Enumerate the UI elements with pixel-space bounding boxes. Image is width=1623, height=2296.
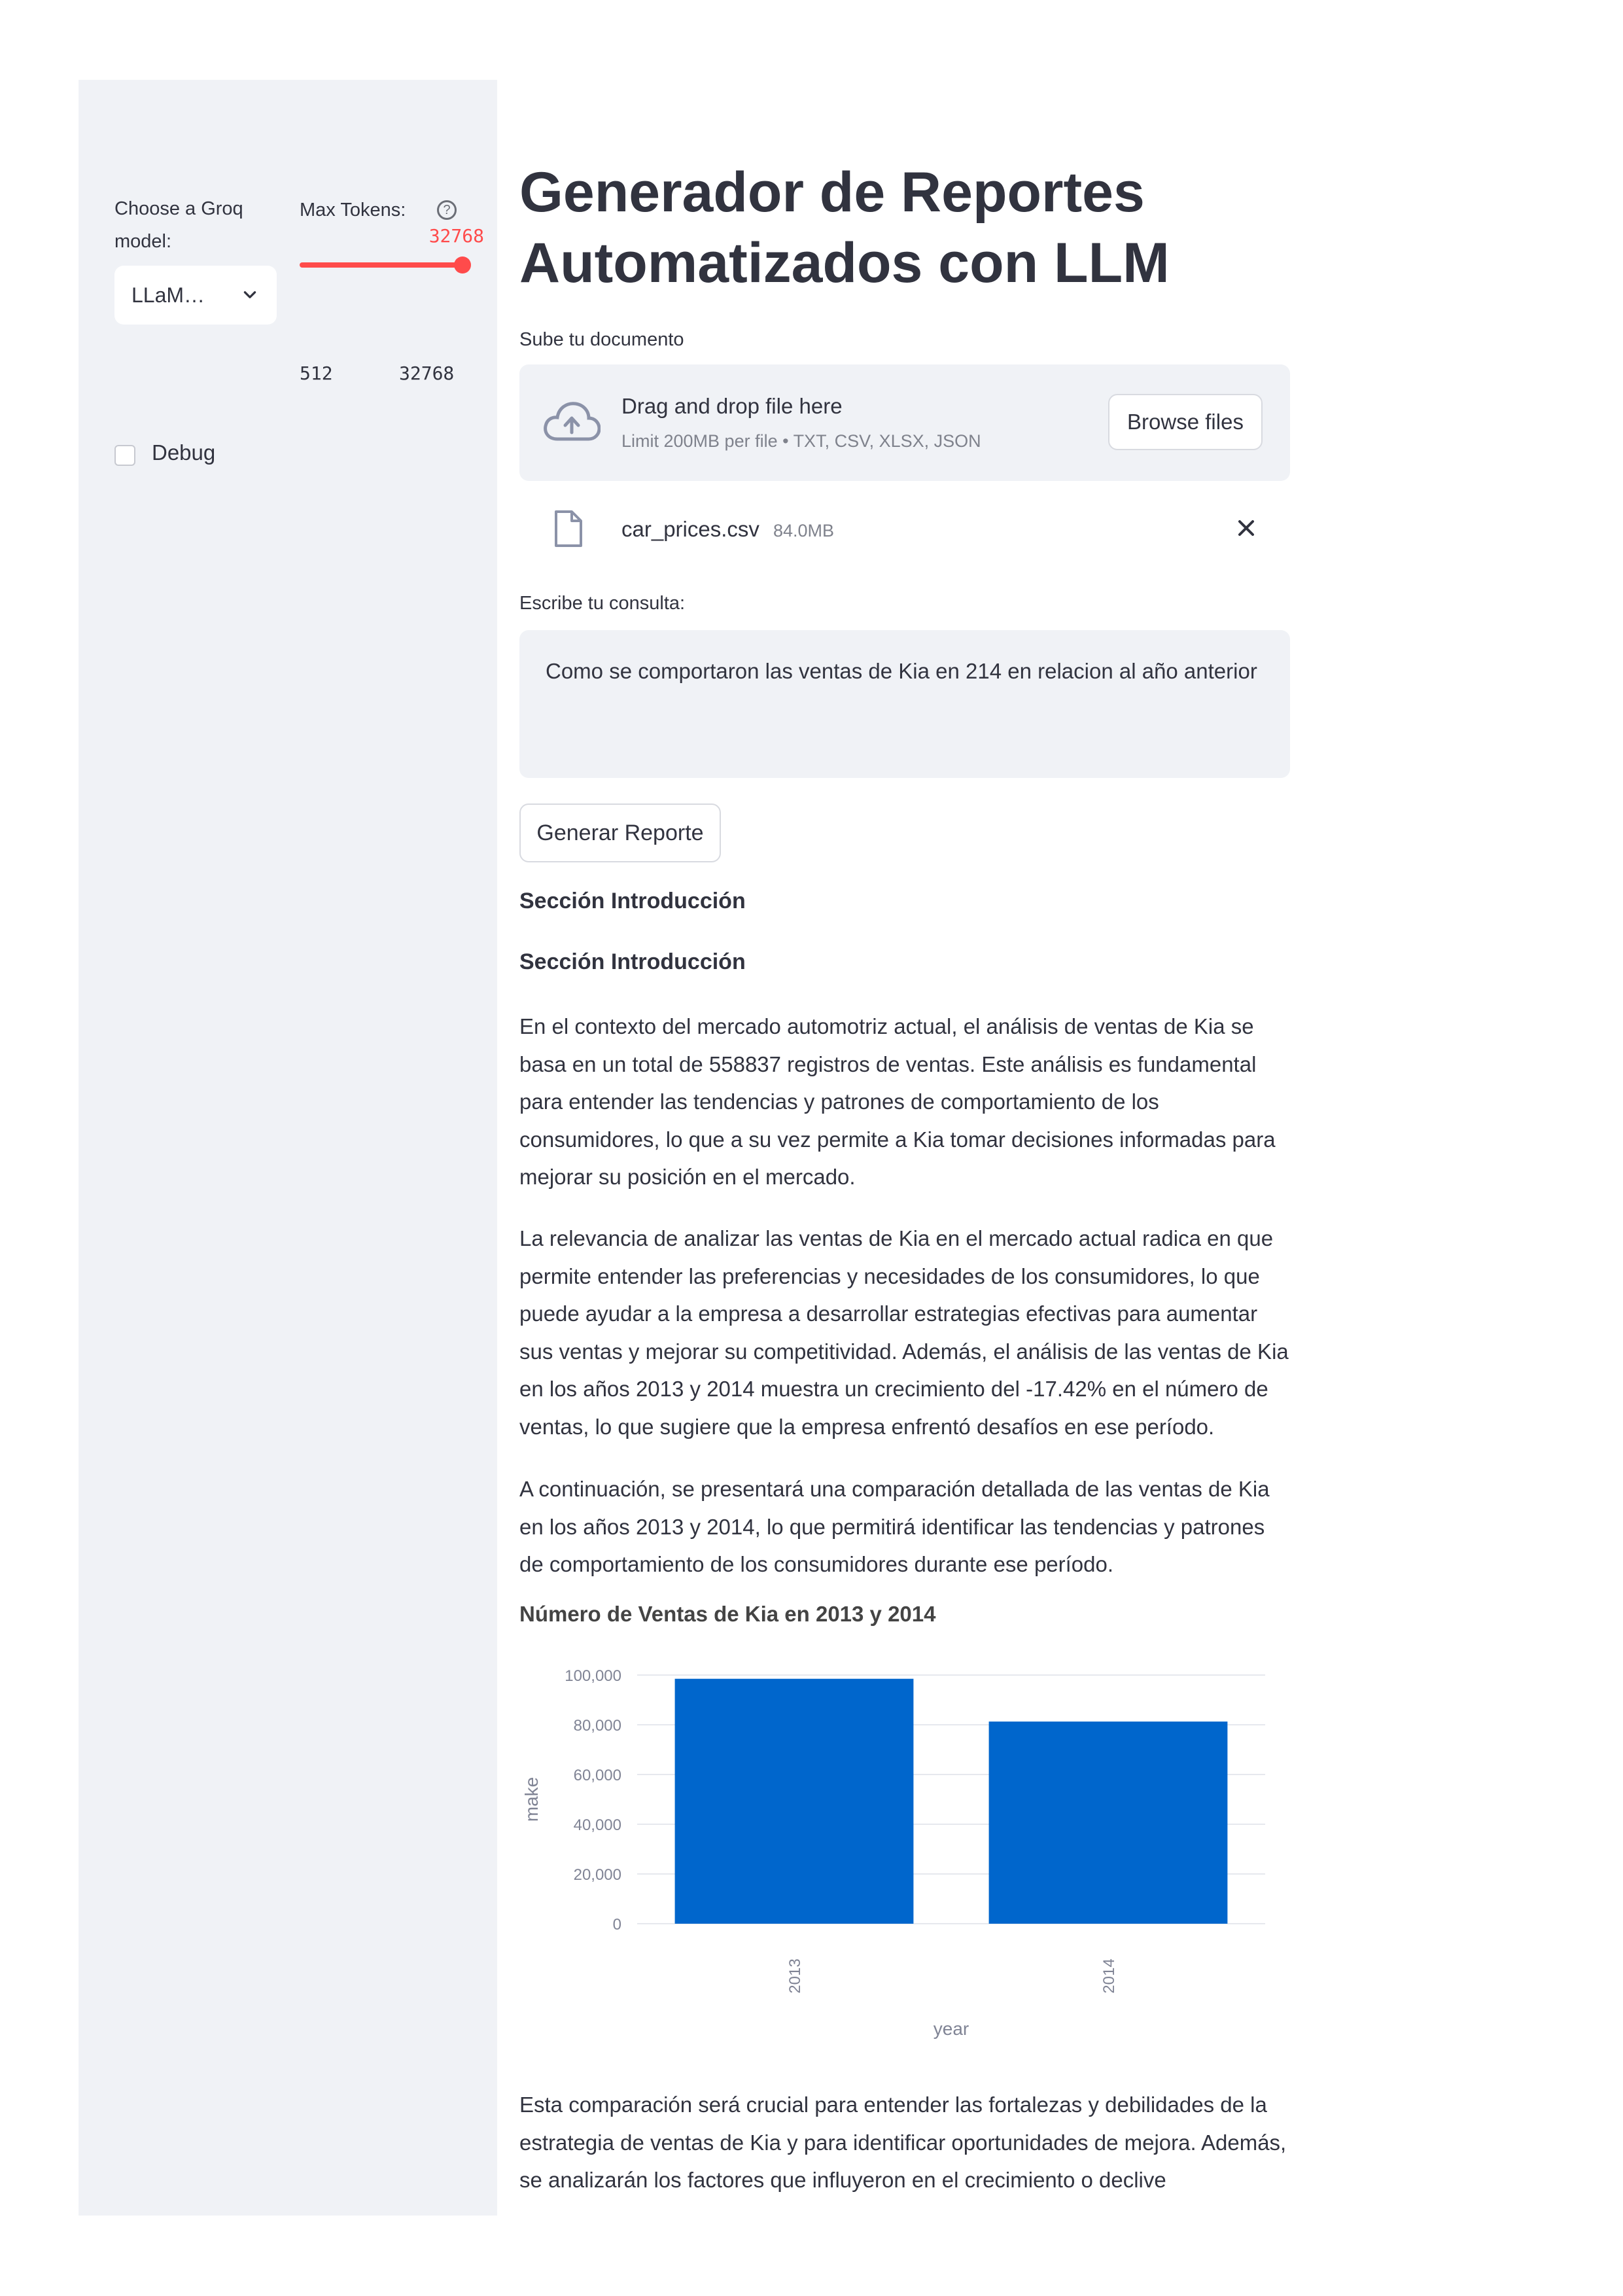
x-axis-label: year xyxy=(934,2019,969,2039)
model-select[interactable]: LLaM… xyxy=(114,266,277,325)
bar-chart: 0 20,000 40,000 60,000 80,000 100,000 2013 2014… xyxy=(521,1667,1265,2039)
close-icon[interactable] xyxy=(1235,517,1257,539)
slider-max-label: 32768 xyxy=(399,362,455,384)
slider-min-label: 512 xyxy=(300,362,333,384)
report-paragraph-1: En el contexto del mercado automotriz ac… xyxy=(519,1014,1276,1189)
bar xyxy=(988,1722,1228,1924)
generate-report-button[interactable]: Generar Reporte xyxy=(519,804,721,862)
y-axis-label: make xyxy=(521,1777,542,1822)
y-tick-label: 40,000 xyxy=(574,1816,621,1834)
slider-thumb[interactable] xyxy=(454,256,471,274)
sidebar: Choose a Groq model: LLaM… Max Tokens: ?… xyxy=(79,80,497,2216)
report-paragraph-2: La relevancia de analizar las ventas de … xyxy=(519,1226,1289,1439)
report-heading-2: Sección Introducción xyxy=(519,949,746,974)
title-line-2: Automatizados con LLM xyxy=(519,232,1170,294)
browse-files-button[interactable]: Browse files xyxy=(1108,394,1263,450)
query-textarea[interactable]: Como se comportaron las ventas de Kia en… xyxy=(519,630,1290,778)
report-paragraph-4: Esta comparación será crucial para enten… xyxy=(519,2093,1287,2192)
y-tick-label: 20,000 xyxy=(574,1866,621,1884)
help-icon[interactable]: ? xyxy=(437,200,457,220)
dropzone-limit: Limit 200MB per file • TXT, CSV, XLSX, J… xyxy=(621,431,981,451)
debug-checkbox[interactable] xyxy=(114,445,135,466)
dropzone-title: Drag and drop file here xyxy=(621,394,843,418)
file-dropzone[interactable]: Drag and drop file here Limit 200MB per … xyxy=(519,364,1290,481)
query-label: Escribe tu consulta: xyxy=(519,593,686,614)
max-tokens-label: Max Tokens: xyxy=(300,200,406,221)
bar xyxy=(674,1678,914,1924)
chart-title: Número de Ventas de Kia en 2013 y 2014 xyxy=(519,1602,936,1626)
y-tick-label: 80,000 xyxy=(574,1717,621,1735)
file-icon xyxy=(555,510,582,547)
x-tick-label: 2013 xyxy=(786,1958,804,1993)
page-title: Generador de Reportes Automatizados con … xyxy=(519,157,1291,298)
title-line-1: Generador de Reportes xyxy=(519,161,1145,224)
upload-label: Sube tu documento xyxy=(519,329,684,350)
y-tick-label: 0 xyxy=(613,1916,621,1934)
max-tokens-slider[interactable] xyxy=(300,262,463,268)
debug-label: Debug xyxy=(152,440,216,465)
report-heading-1: Sección Introducción xyxy=(519,889,746,913)
report-paragraph-3: A continuación, se presentará una compar… xyxy=(519,1477,1270,1576)
x-tick-label: 2014 xyxy=(1100,1958,1118,1993)
file-name: car_prices.csv xyxy=(621,517,759,541)
chevron-down-icon xyxy=(243,291,256,298)
model-label: Choose a Groq xyxy=(114,198,243,219)
cloud-upload-icon xyxy=(544,402,601,441)
model-label-line2: model: xyxy=(114,231,172,252)
model-select-value: LLaM… xyxy=(131,283,205,307)
y-tick-label: 60,000 xyxy=(574,1767,621,1784)
file-size: 84.0MB xyxy=(773,521,835,540)
uploaded-file-row: car_prices.csv 84.0MB xyxy=(519,504,1290,556)
y-tick-label: 100,000 xyxy=(565,1667,621,1685)
slider-current-value: 32768 xyxy=(428,225,484,247)
